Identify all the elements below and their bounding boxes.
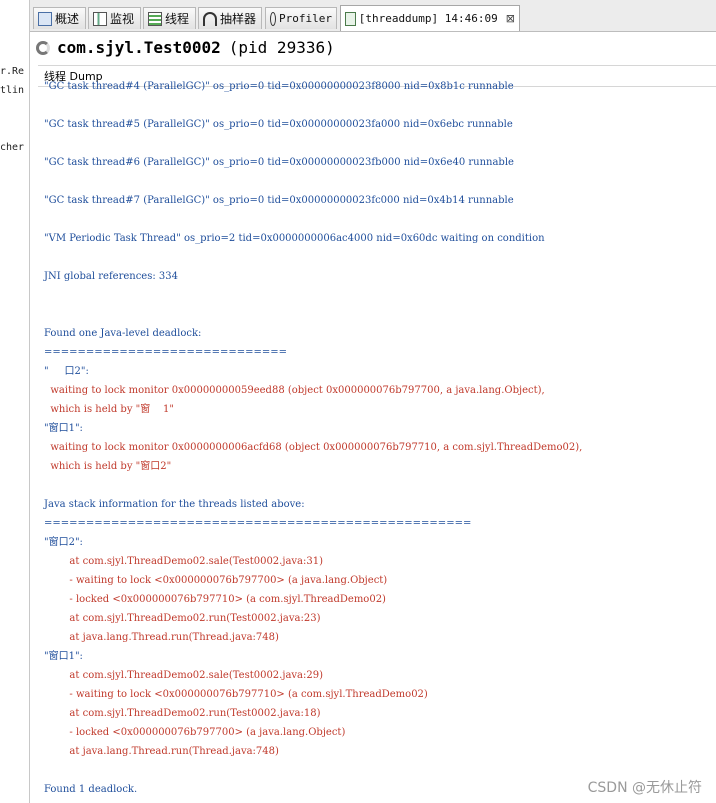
dump-line: ============================= (44, 347, 287, 358)
dump-line: Found 1 deadlock. (44, 784, 138, 795)
dump-line: "GC task thread#6 (ParallelGC)" os_prio=… (44, 157, 514, 168)
tab-profiler[interactable]: Profiler (265, 7, 337, 29)
dump-line: "GC task thread#5 (ParallelGC)" os_prio=… (44, 119, 513, 130)
dump-line: waiting to lock monitor 0x0000000006acfd… (44, 442, 583, 453)
threaddump-icon (345, 11, 356, 26)
dump-line: which is held by "窗口2" (44, 461, 172, 472)
dump-line: "GC task thread#4 (ParallelGC)" os_prio=… (44, 81, 514, 92)
dump-line: at java.lang.Thread.run(Thread.java:748) (44, 632, 279, 643)
dump-line: - waiting to lock <0x000000076b797700> (… (44, 575, 388, 586)
tab-sampler[interactable]: 抽样器 (198, 7, 262, 29)
left-panel-text: tlin (0, 85, 25, 96)
dump-line: "VM Periodic Task Thread" os_prio=2 tid=… (44, 233, 545, 244)
dump-line: at com.sjyl.ThreadDemo02.sale(Test0002.j… (44, 556, 324, 567)
dump-line: Java stack information for the threads l… (44, 499, 305, 510)
app-name: com.sjyl.Test0002 (57, 38, 221, 57)
dump-line: at java.lang.Thread.run(Thread.java:748) (44, 746, 279, 757)
dump-line: at com.sjyl.ThreadDemo02.sale(Test0002.j… (44, 670, 324, 681)
dump-line: at com.sjyl.ThreadDemo02.run(Test0002.ja… (44, 613, 321, 624)
sampler-icon (203, 11, 217, 26)
dump-line: - waiting to lock <0x000000076b797710> (… (44, 689, 428, 700)
pid-label: (pid 29336) (228, 38, 335, 57)
dump-line: at com.sjyl.ThreadDemo02.run(Test0002.ja… (44, 708, 321, 719)
dump-line: ========================================… (44, 518, 472, 529)
dump-line: " 口2": (44, 366, 89, 377)
dump-line: - locked <0x000000076b797700> (a java.la… (44, 727, 346, 738)
tab-bar: 概述 监视 线程 抽样器 Profiler [threaddump] 14:46… (30, 0, 716, 32)
tab-threaddump[interactable]: [threaddump] 14:46:09 ⊠ (340, 5, 520, 31)
dump-line: "窗口1": (44, 651, 83, 662)
monitor-icon (93, 11, 107, 26)
threads-icon (148, 11, 162, 26)
dump-line: - locked <0x000000076b797710> (a com.sjy… (44, 594, 386, 605)
watermark: CSDN @无休止符 (587, 780, 702, 796)
tab-overview[interactable]: 概述 (33, 7, 86, 29)
dump-line: "窗口2": (44, 537, 83, 548)
left-panel-edge: r.Re tlin cher (0, 0, 30, 803)
loading-icon (36, 40, 50, 55)
left-panel-text: r.Re (0, 66, 25, 77)
dump-line: "窗口1": (44, 423, 83, 434)
left-panel-text: cher (0, 142, 25, 153)
tab-monitor[interactable]: 监视 (88, 7, 141, 29)
dump-line: waiting to lock monitor 0x00000000059eed… (44, 385, 545, 396)
overview-icon (38, 11, 52, 26)
tab-threads[interactable]: 线程 (143, 7, 196, 29)
dump-line: which is held by "窗 1" (44, 404, 174, 415)
dump-line: JNI global references: 334 (44, 271, 178, 282)
profiler-icon (270, 11, 277, 26)
close-icon[interactable]: ⊠ (506, 12, 515, 25)
dump-line: "GC task thread#7 (ParallelGC)" os_prio=… (44, 195, 514, 206)
thread-dump-content: "GC task thread#4 (ParallelGC)" os_prio=… (38, 80, 716, 803)
dump-line: Found one Java-level deadlock: (44, 328, 202, 339)
page-title: com.sjyl.Test0002 (pid 29336) (36, 38, 335, 57)
